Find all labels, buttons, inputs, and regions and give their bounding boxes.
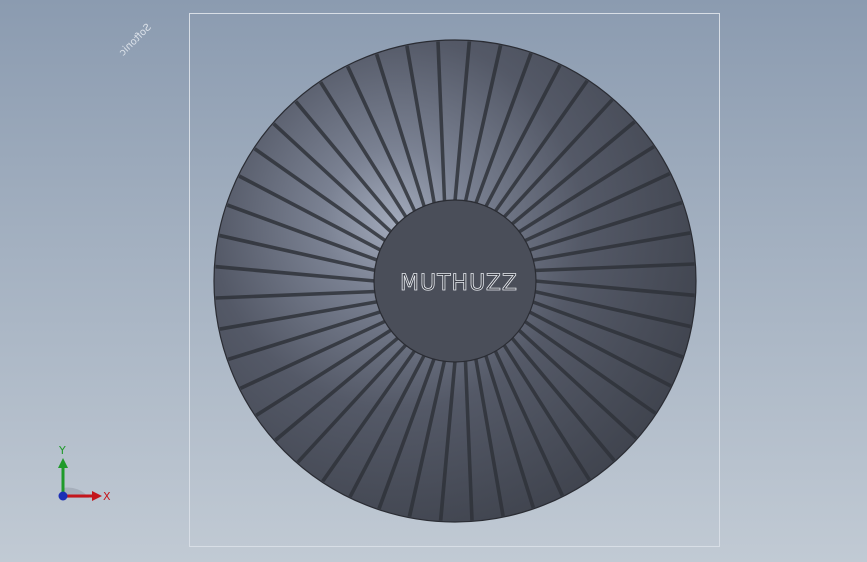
y-axis-arrowhead — [58, 458, 68, 468]
x-axis-arrowhead — [92, 491, 102, 501]
fan-model[interactable]: MUTHUZZ — [0, 0, 867, 562]
hub-engraving: MUTHUZZ — [400, 271, 518, 296]
z-axis-dot — [58, 491, 68, 501]
x-axis-label: X — [103, 490, 111, 503]
axis-triad[interactable]: Y X — [44, 438, 124, 518]
graphics-viewport[interactable]: Softonic MUTHUZZ Y X — [0, 0, 867, 562]
y-axis-label: Y — [58, 444, 66, 457]
